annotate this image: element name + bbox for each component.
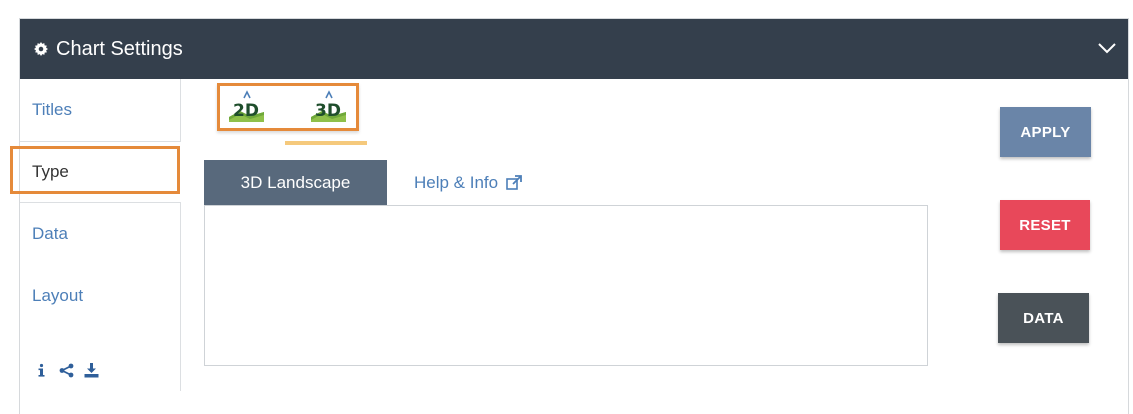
apply-button[interactable]: APPLY: [1000, 107, 1091, 157]
active-type-indicator: [285, 141, 367, 145]
sidebar-item-type[interactable]: Type: [20, 141, 181, 203]
type-3d-label: 3D: [315, 101, 341, 121]
type-2d-label: 2D: [233, 101, 259, 121]
download-icon[interactable]: [84, 363, 99, 378]
sidebar-item-layout[interactable]: Layout: [20, 265, 180, 327]
tab-help-info[interactable]: Help & Info: [414, 160, 523, 205]
external-link-icon: [506, 174, 523, 190]
tab-label: Help & Info: [414, 172, 499, 192]
sidebar-icon-row: [34, 363, 99, 378]
data-button[interactable]: DATA: [998, 293, 1089, 343]
reset-button[interactable]: RESET: [1000, 200, 1090, 250]
sidebar-item-label: Type: [32, 162, 69, 181]
sidebar-item-titles[interactable]: Titles: [20, 79, 180, 141]
panel-header[interactable]: Chart Settings: [20, 19, 1128, 79]
chart-2d-icon[interactable]: 2D: [226, 90, 266, 126]
gear-icon: [34, 42, 48, 56]
tab-3d-landscape[interactable]: 3D Landscape: [204, 160, 387, 205]
panel-title: Chart Settings: [56, 37, 183, 60]
sidebar-item-label: Titles: [32, 100, 72, 119]
chevron-down-icon[interactable]: [1096, 37, 1118, 59]
sidebar-item-label: Layout: [32, 286, 84, 305]
sidebar: Titles Type Data Layout: [20, 79, 181, 391]
tab-content-area: [204, 205, 928, 366]
chart-settings-panel: Chart Settings Titles Type Data Layout 2…: [10, 18, 1129, 414]
share-icon[interactable]: [59, 363, 74, 378]
sidebar-item-label: Data: [32, 224, 68, 243]
sidebar-item-data[interactable]: Data: [20, 203, 180, 265]
chart-3d-icon[interactable]: 3D: [308, 90, 348, 126]
tab-label: 3D Landscape: [240, 172, 351, 192]
info-icon[interactable]: [34, 363, 49, 378]
chart-type-selector: 2D 3D: [217, 83, 359, 131]
